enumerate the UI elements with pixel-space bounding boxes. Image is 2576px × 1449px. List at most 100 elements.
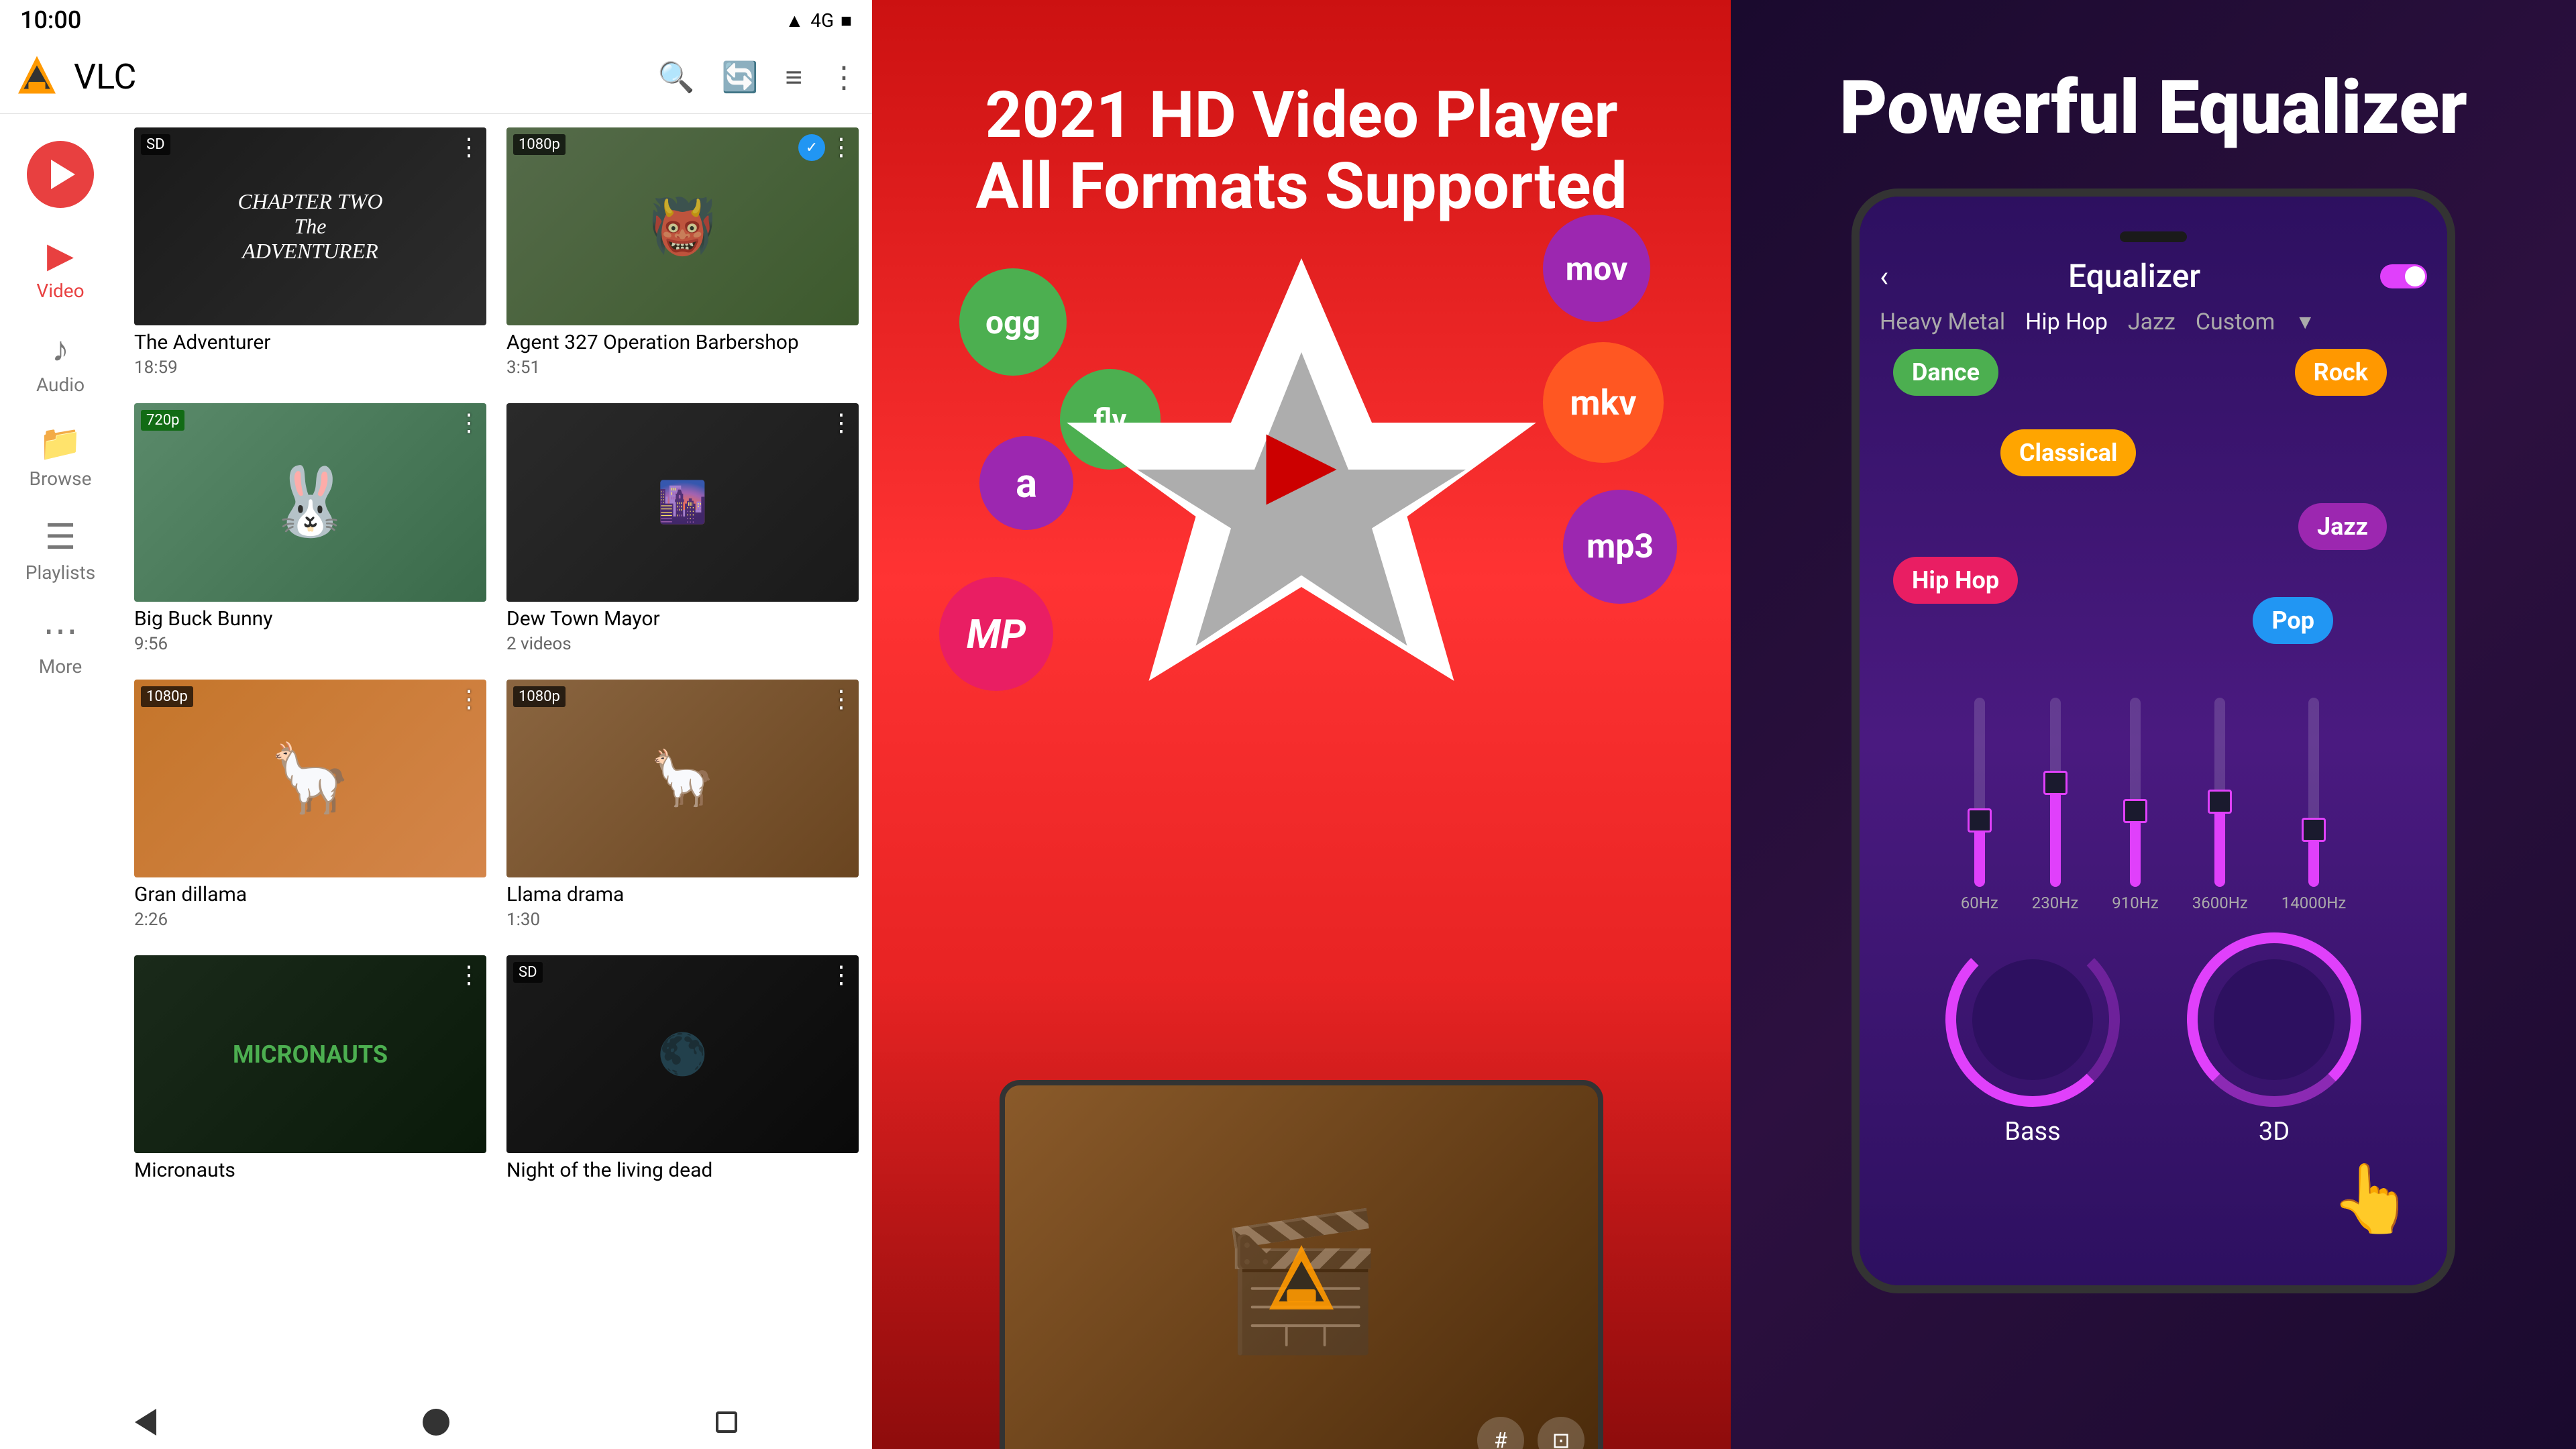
hand-cursor-hint: 👆	[1880, 1146, 2427, 1252]
hand-pointer-icon: 👆	[2330, 1160, 2414, 1238]
eq-preset-hiphop[interactable]: Hip Hop	[2025, 309, 2108, 335]
eq-freq-label-230hz: 230Hz	[2032, 894, 2079, 912]
eq-genre-area: Dance Rock Classical Jazz Hip Hop Pop	[1880, 349, 2427, 684]
eq-slider-230hz: 230Hz	[2032, 698, 2079, 912]
eq-presets-row: Heavy Metal Hip Hop Jazz Custom ▼	[1880, 309, 2427, 335]
video-thumbnail: 1080p 🦙 ⋮	[506, 680, 859, 877]
video-thumbnail: SD 🌑 ⋮	[506, 955, 859, 1153]
sidebar-item-video[interactable]: ▶ Video	[0, 221, 121, 315]
list-item[interactable]: 🌆 ⋮ Dew Town Mayor 2 videos	[506, 403, 859, 659]
genre-badge-jazz[interactable]: Jazz	[2298, 503, 2387, 550]
eq-slider-60hz: 60Hz	[1961, 698, 1998, 912]
eq-preset-heavy-metal[interactable]: Heavy Metal	[1880, 309, 2005, 335]
eq-slider-fill-3600hz	[2214, 802, 2225, 887]
video-info: Big Buck Bunny 9:56	[134, 602, 486, 659]
video-duration: 18:59	[134, 358, 486, 378]
video-duration: 1:30	[506, 910, 859, 930]
eq-slider-track-60hz[interactable]	[1974, 698, 1985, 887]
eq-toggle-switch[interactable]	[2380, 264, 2427, 288]
history-icon[interactable]: 🔄	[722, 60, 759, 95]
eq-bass-knob[interactable]	[1945, 932, 2120, 1107]
more-dots-icon: ⋯	[43, 610, 78, 651]
sidebar-item-more[interactable]: ⋯ More	[0, 597, 121, 691]
sidebar-item-browse[interactable]: 📁 Browse	[0, 409, 121, 503]
eq-slider-track-230hz[interactable]	[2050, 698, 2061, 887]
eq-sliders: 60Hz 230Hz 910Hz	[1880, 698, 2427, 912]
eq-slider-3600hz: 3600Hz	[2192, 698, 2248, 912]
genre-badge-hiphop[interactable]: Hip Hop	[1893, 557, 2018, 604]
more-options-icon[interactable]: ⋮	[457, 961, 481, 989]
list-item[interactable]: MICRONAUTS ⋮ Micronauts	[134, 955, 486, 1188]
sort-icon[interactable]: ≡	[785, 60, 802, 95]
more-options-icon[interactable]: ⋮	[829, 685, 853, 713]
format-badge-mkv: mkv	[1543, 342, 1664, 463]
eq-panel-title: Powerful Equalizer	[1799, 67, 2508, 148]
video-info: Agent 327 Operation Barbershop 3:51	[506, 325, 859, 383]
eq-freq-label-14000hz: 14000Hz	[2282, 894, 2346, 912]
eq-preset-custom[interactable]: Custom	[2196, 309, 2275, 335]
genre-badge-classical[interactable]: Classical	[2000, 429, 2136, 476]
search-icon[interactable]: 🔍	[658, 60, 695, 95]
eq-slider-fill-910hz	[2130, 811, 2141, 887]
eq-3d-knob[interactable]	[2187, 932, 2361, 1107]
play-button[interactable]	[27, 141, 94, 208]
genre-badge-dance[interactable]: Dance	[1893, 349, 1998, 396]
more-options-icon[interactable]: ⋮	[457, 409, 481, 437]
more-options-icon[interactable]: ⋮	[457, 685, 481, 713]
genre-badge-pop[interactable]: Pop	[2253, 597, 2333, 644]
list-item[interactable]: SD 🌑 ⋮ Night of the living dead	[506, 955, 859, 1188]
video-thumbnail: 1080p 🦙 ⋮	[134, 680, 486, 877]
eq-back-button[interactable]: ‹	[1880, 259, 1888, 294]
list-item[interactable]: SD CHAPTER TWOTheADVENTURER ⋮ The Advent…	[134, 127, 486, 383]
eq-slider-thumb-14000hz	[2302, 818, 2326, 842]
signal-icon: 4G	[810, 9, 834, 32]
thumb-overlay: 🌑	[506, 955, 859, 1153]
home-nav-button[interactable]	[416, 1402, 456, 1442]
vlc-header: VLC 🔍 🔄 ≡ ⋮	[0, 40, 872, 114]
list-item[interactable]: 1080p 🦙 ⋮ Llama drama 1:30	[506, 680, 859, 935]
audio-icon: ♪	[52, 329, 69, 370]
sidebar-item-playlists[interactable]: ☰ Playlists	[0, 503, 121, 597]
thumb-overlay: 🦙	[506, 680, 859, 877]
sidebar-item-audio[interactable]: ♪ Audio	[0, 315, 121, 409]
eq-3d-label: 3D	[2259, 1117, 2290, 1146]
more-options-icon[interactable]: ⋮	[829, 133, 853, 161]
video-duration: 3:51	[506, 358, 859, 378]
eq-slider-track-3600hz[interactable]	[2214, 698, 2225, 887]
video-info: Llama drama 1:30	[506, 877, 859, 935]
list-item[interactable]: 720p 🐰 ⋮ Big Buck Bunny 9:56	[134, 403, 486, 659]
eq-slider-track-910hz[interactable]	[2130, 698, 2141, 887]
more-icon[interactable]: ⋮	[829, 60, 859, 95]
video-thumbnail: 1080p ✓ 👹 ⋮	[506, 127, 859, 325]
eq-slider-thumb-3600hz	[2208, 790, 2232, 814]
eq-freq-label-3600hz: 3600Hz	[2192, 894, 2248, 912]
sidebar: ▶ Video ♪ Audio 📁 Browse ☰ Playlists ⋯ M…	[0, 114, 121, 1395]
phone-mockup: ‹ Equalizer Heavy Metal Hip Hop Jazz Cus…	[1851, 189, 2455, 1293]
video-info: Night of the living dead	[506, 1153, 859, 1188]
header-icons: 🔍 🔄 ≡ ⋮	[658, 60, 859, 95]
video-thumbnail: 🌆 ⋮	[506, 403, 859, 601]
more-options-icon[interactable]: ⋮	[829, 409, 853, 437]
eq-preset-jazz[interactable]: Jazz	[2128, 309, 2176, 335]
list-item[interactable]: 1080p ✓ 👹 ⋮ Agent 327 Operation Barbersh…	[506, 127, 859, 383]
eq-slider-thumb-910hz	[2123, 799, 2147, 823]
play-button-container	[27, 141, 94, 208]
tablet-caption-icon: ⊡	[1538, 1417, 1585, 1449]
more-options-icon[interactable]: ⋮	[829, 961, 853, 989]
vlc-star-icon	[1067, 235, 1536, 704]
tablet-vlc-logo	[1261, 1241, 1342, 1322]
more-options-icon[interactable]: ⋮	[457, 133, 481, 161]
list-item[interactable]: 1080p 🦙 ⋮ Gran dillama 2:26	[134, 680, 486, 935]
eq-freq-label-60hz: 60Hz	[1961, 894, 1998, 912]
back-nav-button[interactable]	[125, 1402, 166, 1442]
thumb-overlay: 🌆	[506, 403, 859, 601]
thumb-overlay: 🐰	[134, 403, 486, 601]
format-badge-ogg: ogg	[959, 268, 1067, 376]
recent-nav-button[interactable]	[706, 1402, 747, 1442]
genre-badge-rock[interactable]: Rock	[2295, 349, 2387, 396]
thumb-overlay: 🦙	[134, 680, 486, 877]
tablet-screen: 🎬 # ⊡	[1005, 1085, 1598, 1449]
eq-slider-track-14000hz[interactable]	[2308, 698, 2319, 887]
presets-dropdown-icon[interactable]: ▼	[2295, 311, 2315, 334]
status-time: 10:00	[20, 6, 81, 34]
